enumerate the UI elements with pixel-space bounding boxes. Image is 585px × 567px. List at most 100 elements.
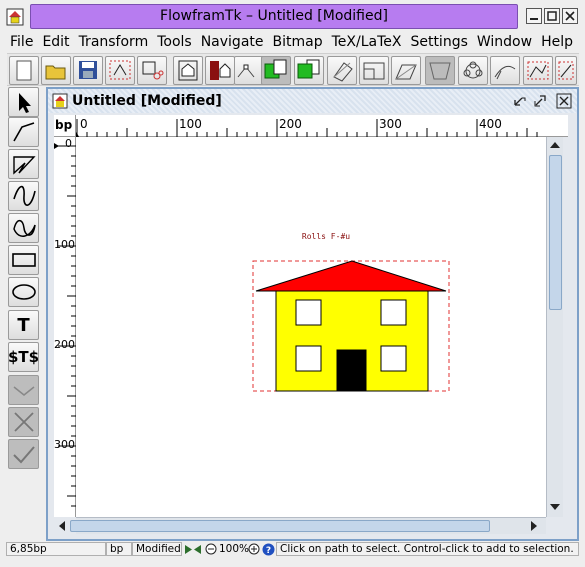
menu-help[interactable]: Help (541, 34, 573, 50)
window-bottom-left[interactable] (295, 345, 322, 372)
ellipse-icon (11, 284, 36, 300)
window-title: FlowframTk – Untitled [Modified] (30, 4, 518, 29)
svg-text:?: ? (266, 546, 271, 556)
snap-button[interactable] (555, 56, 577, 85)
ungroup-button[interactable] (205, 56, 235, 85)
pattern-button[interactable] (458, 56, 488, 85)
close-icon[interactable] (556, 93, 572, 109)
ruler-label-200: 200 (279, 117, 302, 131)
minimize-button[interactable] (526, 8, 542, 24)
menu-file[interactable]: File (10, 34, 33, 50)
zoom-out-icon[interactable] (205, 543, 217, 555)
scroll-left-icon[interactable] (56, 520, 68, 532)
confirm-tool-button[interactable] (8, 439, 39, 469)
close-button[interactable] (562, 8, 578, 24)
scale-button[interactable] (359, 56, 389, 85)
menu-tools[interactable]: Tools (157, 34, 192, 50)
new-button[interactable] (9, 56, 39, 85)
menu-transform[interactable]: Transform (79, 34, 149, 50)
door[interactable] (336, 349, 367, 392)
path-edit-icon (237, 64, 255, 78)
rectangle-tool-button[interactable] (8, 245, 39, 275)
document-title-bar: Untitled [Modified] (48, 89, 577, 113)
title-bar: FlowframTk – Untitled [Modified] (0, 0, 585, 32)
move-backward-button[interactable] (294, 56, 324, 85)
ruler-label-0: 0 (80, 117, 88, 131)
ruler-ticks (76, 119, 538, 137)
ruler-label-400: 400 (479, 117, 502, 131)
status-bar: 6,85bp bp Modified 100% ? Click on path … (0, 541, 585, 567)
closed-curve-tool-button[interactable] (8, 213, 39, 243)
drawing-canvas[interactable]: Rolls F-#u (76, 137, 546, 517)
menu-navigate[interactable]: Navigate (201, 34, 264, 50)
save-button[interactable] (73, 56, 103, 85)
move-forward-button[interactable] (261, 56, 291, 85)
window-top-left[interactable] (295, 299, 322, 326)
modified-field: Modified (132, 542, 182, 556)
roof[interactable] (255, 260, 447, 292)
abandon-tool-button[interactable] (8, 375, 39, 405)
group-button[interactable] (173, 56, 203, 85)
scale-icon (363, 62, 385, 80)
open-curve-tool-button[interactable] (8, 181, 39, 211)
scroll-right-icon[interactable] (528, 520, 540, 532)
bitmap-button[interactable] (425, 56, 455, 85)
text-path-button[interactable] (490, 56, 520, 85)
open-button[interactable] (41, 56, 71, 85)
math-tool-button[interactable]: $T$ (8, 342, 39, 372)
drawing-svg: Rolls F-#u (252, 232, 450, 392)
vertical-scrollbar[interactable] (546, 137, 563, 517)
maximize-button[interactable] (544, 8, 560, 24)
menu-window[interactable]: Window (477, 34, 532, 50)
normal-size-icon[interactable] (184, 543, 202, 556)
maximize-icon[interactable] (532, 93, 548, 109)
new-icon (16, 60, 32, 81)
menu-bitmap[interactable]: Bitmap (273, 34, 323, 50)
open-line-tool-button[interactable] (8, 117, 39, 147)
shear-button[interactable] (391, 56, 421, 85)
select-all-button[interactable] (105, 56, 135, 85)
menu-tex-latex[interactable]: TeX/LaTeX (332, 34, 402, 50)
help-icon[interactable]: ? (262, 543, 275, 556)
ruler-label-100: 100 (179, 117, 202, 131)
maximize-icon (547, 11, 557, 21)
ellipse-tool-button[interactable] (8, 277, 39, 307)
horizontal-ruler: 0 100 200 300 400 (76, 115, 568, 137)
window-top-right[interactable] (380, 299, 407, 326)
canvas-text-object[interactable]: Rolls F-#u (302, 232, 350, 241)
document-title: Untitled [Modified] (72, 93, 222, 109)
menu-settings[interactable]: Settings (410, 34, 467, 50)
cut-button[interactable] (137, 56, 167, 85)
closed-line-tool-button[interactable] (8, 149, 39, 179)
unit-field[interactable]: bp (106, 542, 132, 556)
document-icon (52, 93, 68, 109)
ungroup-icon (210, 61, 231, 80)
grid-button[interactable] (523, 56, 553, 85)
bitmap-icon (429, 62, 451, 80)
check-icon (12, 446, 35, 464)
vertical-scroll-thumb[interactable] (549, 155, 562, 310)
window-bottom-right[interactable] (380, 345, 407, 372)
horizontal-scrollbar[interactable] (59, 517, 546, 534)
group-icon (178, 60, 198, 81)
select-tool-button[interactable] (8, 87, 39, 117)
vertical-ruler-ticks (54, 143, 76, 507)
closed-line-icon (12, 156, 36, 175)
status-message: Click on path to select. Control-click t… (276, 542, 579, 556)
text-tool-button[interactable]: T (8, 310, 39, 340)
vruler-label-0: 0 (65, 137, 72, 150)
position-field: 6,85bp (6, 542, 106, 556)
vruler-label-200: 200 (54, 338, 75, 351)
rotate-button[interactable] (327, 56, 357, 85)
finish-tool-button[interactable] (8, 407, 39, 437)
scroll-up-icon[interactable] (549, 139, 561, 151)
horizontal-scroll-thumb[interactable] (70, 520, 490, 532)
cut-icon (142, 61, 164, 80)
menu-edit[interactable]: Edit (42, 34, 69, 50)
move-backward-icon (297, 59, 320, 79)
scroll-down-icon[interactable] (549, 501, 561, 513)
path-edit-button[interactable] (234, 56, 264, 85)
zoom-in-icon[interactable] (248, 543, 260, 555)
abandon-icon (13, 386, 34, 396)
iconify-icon[interactable] (512, 93, 528, 109)
